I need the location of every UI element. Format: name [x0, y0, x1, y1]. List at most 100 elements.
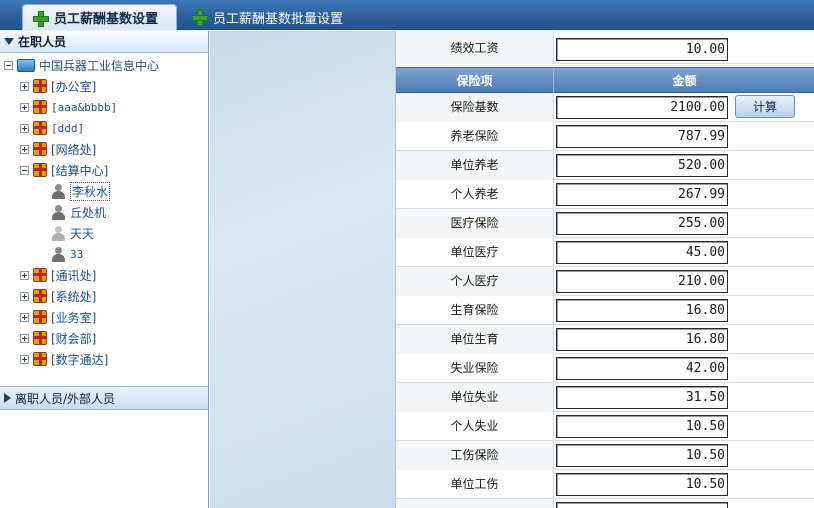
tree-node[interactable]: [ddd] — [20, 118, 84, 138]
person-icon — [52, 204, 65, 220]
insurance-row-partial — [396, 499, 814, 508]
amount-input[interactable]: 45.00 — [556, 241, 728, 264]
department-icon — [33, 100, 47, 114]
panel-title: 在职人员 — [18, 35, 67, 49]
tree-node-label[interactable]: [系统处] — [51, 288, 96, 305]
insurance-row: 生育保险 16.80 — [396, 296, 814, 325]
expand-box-icon[interactable] — [20, 291, 29, 301]
expand-box-icon[interactable] — [20, 81, 29, 91]
expand-box-icon[interactable] — [20, 102, 29, 112]
row-label: 单位工伤 — [396, 470, 554, 499]
insurance-row: 单位医疗 45.00 — [396, 238, 814, 267]
person-node[interactable]: 丘处机 — [52, 202, 106, 222]
row-label: 养老保险 — [396, 122, 554, 151]
tab-salary-base-batch-settings[interactable]: 员工薪酬基数批量设置 — [182, 4, 351, 30]
person-node[interactable]: 33 — [52, 244, 83, 264]
tree-node-label[interactable]: [网络处] — [51, 141, 96, 158]
row-label: 工伤保险 — [396, 441, 554, 470]
collapse-triangle-icon — [4, 38, 14, 45]
tree-node[interactable]: [aaa&bbbb] — [20, 97, 117, 117]
person-label-selected[interactable]: 李秋水 — [70, 181, 111, 201]
amount-input[interactable]: 210.00 — [556, 270, 728, 293]
expand-box-icon[interactable] — [20, 312, 29, 322]
department-icon — [33, 352, 47, 366]
insurance-row: 个人养老 267.99 — [396, 180, 814, 209]
tree-node-label[interactable]: [财会部] — [51, 330, 96, 347]
collapse-box-icon[interactable] — [4, 60, 13, 70]
amount-input[interactable]: 2100.00 — [556, 96, 728, 119]
tree-node-label[interactable]: [办公室] — [51, 78, 96, 95]
row-label: 医疗保险 — [396, 209, 554, 238]
amount-input[interactable]: 10.50 — [556, 444, 728, 467]
tree-node-label[interactable]: [业务室] — [51, 309, 96, 326]
amount-input[interactable]: 10.00 — [556, 38, 728, 61]
tree-node-expanded[interactable]: [结算中心] — [20, 160, 108, 180]
amount-input[interactable]: 42.00 — [556, 357, 728, 380]
person-node[interactable]: 李秋水 — [52, 181, 111, 201]
calculate-button[interactable]: 计算 — [735, 95, 795, 118]
row-label: 个人失业 — [396, 412, 554, 441]
expand-box-icon[interactable] — [20, 144, 29, 154]
expand-box-icon[interactable] — [20, 354, 29, 364]
amount-input[interactable]: 10.50 — [556, 415, 728, 438]
tree-node-label[interactable]: [通讯处] — [51, 267, 96, 284]
insurance-row: 个人医疗 210.00 — [396, 267, 814, 296]
amount-input[interactable]: 267.99 — [556, 183, 728, 206]
person-icon — [52, 246, 65, 262]
amount-input[interactable]: 10.50 — [556, 473, 728, 496]
plus-icon — [33, 10, 49, 27]
row-label: 单位生育 — [396, 325, 554, 354]
collapse-box-icon[interactable] — [20, 165, 29, 175]
insurance-row: 单位失业 31.50 — [396, 383, 814, 412]
tree-node[interactable]: [数字通达] — [20, 349, 108, 369]
row-label: 个人医疗 — [396, 267, 554, 296]
tree-root-label[interactable]: 中国兵器工业信息中心 — [39, 57, 159, 74]
employee-tree-panel: 在职人员 中国兵器工业信息中心 [办公室] [aaa&bbbb] [ddd] [… — [0, 31, 209, 508]
row-label: 生育保险 — [396, 296, 554, 325]
expand-box-icon[interactable] — [20, 333, 29, 343]
tree-node-label[interactable]: [结算中心] — [51, 162, 108, 179]
tree-node[interactable]: [业务室] — [20, 307, 96, 327]
expand-triangle-icon — [4, 393, 11, 403]
tree-root[interactable]: 中国兵器工业信息中心 — [4, 55, 159, 75]
tab-salary-base-settings[interactable]: 员工薪酬基数设置 — [22, 4, 177, 30]
org-tree: 中国兵器工业信息中心 [办公室] [aaa&bbbb] [ddd] [网络处] … — [0, 53, 208, 383]
person-label[interactable]: 天天 — [70, 225, 94, 242]
column-header-amount: 金额 — [672, 74, 697, 88]
amount-input[interactable]: 255.00 — [556, 212, 728, 235]
amount-input[interactable] — [556, 502, 728, 508]
tree-node-label[interactable]: [数字通达] — [51, 351, 108, 368]
tree-node[interactable]: [办公室] — [20, 76, 96, 96]
row-label — [396, 499, 554, 508]
tree-node-label[interactable]: [ddd] — [51, 122, 84, 135]
department-icon — [33, 331, 47, 345]
row-label: 保险基数 — [396, 93, 554, 122]
tree-node[interactable]: [系统处] — [20, 286, 96, 306]
active-staff-header[interactable]: 在职人员 — [0, 31, 208, 53]
insurance-row: 单位工伤 10.50 — [396, 470, 814, 499]
column-header-item: 保险项 — [396, 68, 554, 94]
expand-box-icon[interactable] — [20, 123, 29, 133]
insurance-row: 单位养老 520.00 — [396, 151, 814, 180]
background-panel — [210, 31, 396, 508]
tree-node[interactable]: [网络处] — [20, 139, 96, 159]
row-label: 失业保险 — [396, 354, 554, 383]
department-icon — [33, 310, 47, 324]
person-label[interactable]: 丘处机 — [70, 204, 106, 221]
person-node[interactable]: 天天 — [52, 223, 94, 243]
amount-input[interactable]: 16.80 — [556, 299, 728, 322]
amount-input[interactable]: 16.80 — [556, 328, 728, 351]
amount-input[interactable]: 31.50 — [556, 386, 728, 409]
expand-box-icon[interactable] — [20, 270, 29, 280]
person-label[interactable]: 33 — [70, 248, 83, 261]
tree-node[interactable]: [财会部] — [20, 328, 96, 348]
amount-input[interactable]: 787.99 — [556, 125, 728, 148]
insurance-row: 失业保险 42.00 — [396, 354, 814, 383]
amount-input[interactable]: 520.00 — [556, 154, 728, 177]
tree-node[interactable]: [通讯处] — [20, 265, 96, 285]
department-icon — [33, 268, 47, 282]
tree-node-label[interactable]: [aaa&bbbb] — [51, 101, 117, 114]
former-staff-header[interactable]: 离职人员/外部人员 — [0, 386, 208, 410]
insurance-row: 养老保险 787.99 — [396, 122, 814, 151]
insurance-row: 个人失业 10.50 — [396, 412, 814, 441]
